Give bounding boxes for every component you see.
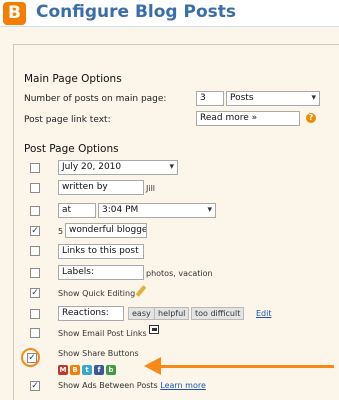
reactions-edit-link[interactable]: Edit [256, 309, 272, 318]
learn-more-link[interactable]: Learn more [160, 381, 206, 390]
quick-edit-label: Show Quick Editing [58, 289, 136, 298]
posts-unit-select[interactable]: Posts [226, 91, 320, 106]
buzz-icon: b [106, 365, 116, 375]
reaction-option: too difficult [191, 307, 245, 320]
time-format-select[interactable]: 3:04 PM [98, 203, 216, 218]
comments-checkbox[interactable]: ✓ [30, 226, 40, 236]
page-title: Configure Blog Posts [36, 2, 237, 22]
title-bar: B Configure Blog Posts [0, 0, 339, 27]
date-checkbox[interactable] [30, 163, 40, 173]
main-page-options-title: Main Page Options [24, 73, 122, 85]
date-format-select[interactable]: July 20, 2010 [58, 160, 178, 175]
email-links-checkbox[interactable] [30, 328, 40, 338]
twitter-icon: t [82, 365, 92, 375]
quick-edit-checkbox[interactable]: ✓ [30, 288, 40, 298]
reaction-option: helpful [154, 307, 190, 320]
blogger-logo-icon: B [3, 2, 26, 25]
posts-unit-value: Posts [230, 93, 254, 103]
title-divider [0, 26, 339, 27]
post-page-options-title: Post Page Options [24, 143, 119, 155]
email-icon: M [58, 365, 68, 375]
posts-count-label: Number of posts on main page: [24, 94, 167, 104]
email-post-icon [149, 325, 159, 334]
backlinks-checkbox[interactable] [30, 246, 40, 256]
labels-prefix-input[interactable]: Labels: [58, 265, 144, 280]
ads-label: Show Ads Between Posts Learn more [58, 381, 206, 390]
reactions-prefix-input[interactable]: Reactions: [58, 306, 124, 321]
facebook-icon: f [94, 365, 104, 375]
labels-value: photos, vacation [146, 269, 213, 278]
share-buttons-label: Show Share Buttons [58, 349, 139, 358]
author-prefix-input[interactable]: written by [58, 180, 144, 195]
blogger-icon: B [70, 365, 80, 375]
ads-checkbox[interactable]: ✓ [30, 381, 40, 391]
time-format-value: 3:04 PM [102, 205, 139, 215]
time-checkbox[interactable] [30, 206, 40, 216]
share-buttons-checkbox[interactable]: ✓ [27, 353, 37, 363]
arrow-head-icon [144, 357, 161, 375]
comments-label-input[interactable]: wonderful bloggers [65, 223, 147, 238]
comments-count: 5 [58, 227, 64, 236]
help-icon[interactable]: ? [306, 113, 316, 123]
date-format-value: July 20, 2010 [62, 162, 122, 172]
email-links-label: Show Email Post Links [58, 329, 147, 338]
time-prefix-input[interactable]: at [58, 203, 96, 218]
arrow-line [158, 365, 334, 368]
link-text-label: Post page link text: [24, 115, 111, 125]
author-checkbox[interactable] [30, 183, 40, 193]
link-text-input[interactable]: Read more » [196, 111, 300, 126]
author-name: Jill [146, 184, 156, 193]
ads-label-text: Show Ads Between Posts [58, 381, 158, 390]
posts-count-input[interactable]: 3 [196, 91, 224, 106]
reaction-option: easy [128, 307, 155, 320]
backlinks-label-input[interactable]: Links to this post [58, 244, 144, 259]
reactions-checkbox[interactable] [30, 309, 40, 319]
labels-checkbox[interactable] [30, 268, 40, 278]
